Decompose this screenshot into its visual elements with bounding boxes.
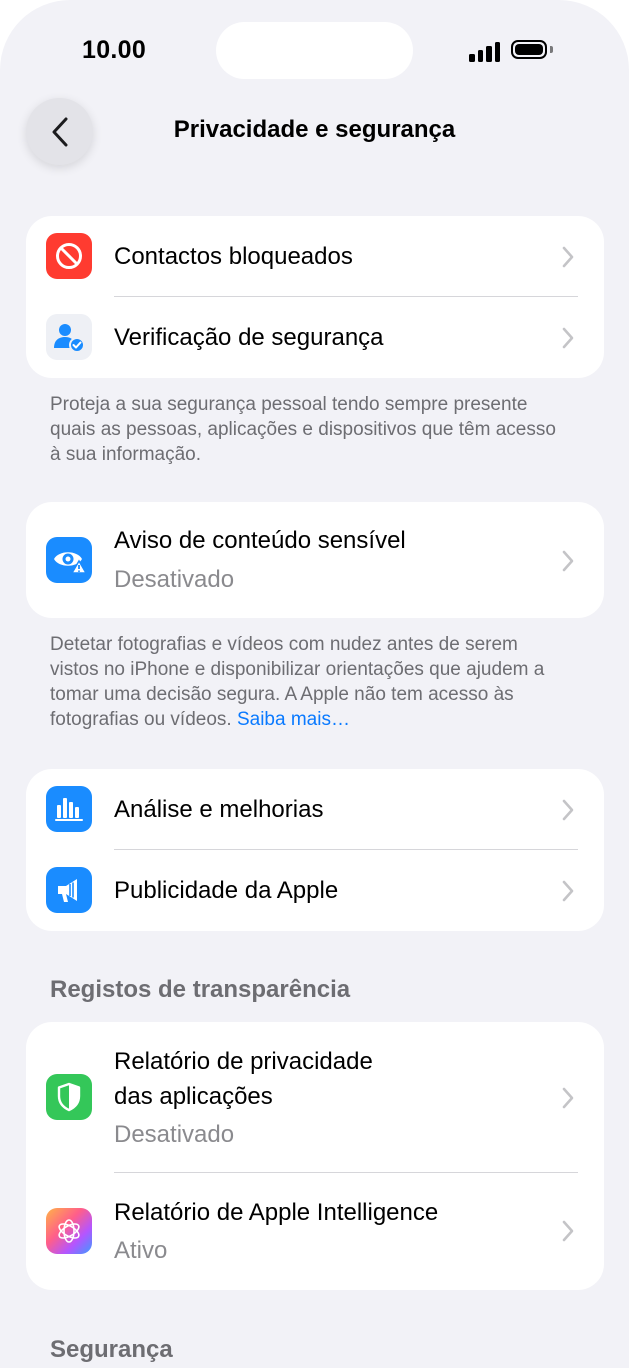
card-transparency: Relatório de privacidade das aplicações … <box>26 1022 604 1290</box>
battery-icon <box>511 40 547 59</box>
row-label-line1: Relatório de privacidade <box>114 1048 373 1075</box>
dynamic-island <box>216 22 413 79</box>
row-label: Verificação de segurança <box>114 324 384 351</box>
page-title: Privacidade e segurança <box>173 116 456 143</box>
analytics-icon <box>46 786 92 832</box>
card-safety: Contactos bloqueados Verificação de segu… <box>26 216 604 378</box>
row-apple-advertising[interactable]: Publicidade da Apple <box>26 850 604 931</box>
chevron-right-icon <box>562 1220 574 1242</box>
row-label: Aviso de conteúdo sensível <box>114 527 406 554</box>
row-value: Desativado <box>114 566 235 593</box>
row-apple-intelligence-report[interactable]: Relatório de Apple Intelligence Ativo <box>26 1173 604 1290</box>
row-label: Análise e melhorias <box>114 796 324 823</box>
card-analytics-ads: Análise e melhorias Publicidade da Apple <box>26 769 604 931</box>
row-blocked-contacts[interactable]: Contactos bloqueados <box>26 216 604 297</box>
apple-intelligence-icon <box>46 1208 92 1254</box>
section-header-transparency: Registos de transparência <box>50 976 351 1003</box>
cellular-signal-icon <box>469 40 501 62</box>
safety-check-icon <box>46 314 92 360</box>
chevron-right-icon <box>562 246 574 268</box>
status-time: 10.00 <box>82 36 147 64</box>
phone-screen: 10.00 Privacidade e segurança Contactos … <box>0 0 629 1368</box>
section-header-security: Segurança <box>50 1336 173 1363</box>
footnote-sensitive-content: Detetar fotografias e vídeos com nudez a… <box>50 632 570 732</box>
sensitive-content-eye-icon <box>46 537 92 583</box>
blocked-icon <box>46 233 92 279</box>
row-label: Relatório de Apple Intelligence <box>114 1199 439 1226</box>
learn-more-link[interactable]: Saiba mais… <box>237 709 350 730</box>
row-value: Desativado <box>114 1121 235 1148</box>
card-sensitive-content: Aviso de conteúdo sensível Desativado <box>26 502 604 618</box>
chevron-right-icon <box>562 550 574 572</box>
row-app-privacy-report[interactable]: Relatório de privacidade das aplicações … <box>26 1022 604 1172</box>
battery-tip <box>550 46 553 53</box>
row-sensitive-content-warning[interactable]: Aviso de conteúdo sensível Desativado <box>26 502 604 618</box>
row-label: Contactos bloqueados <box>114 243 353 270</box>
row-analytics[interactable]: Análise e melhorias <box>26 769 604 850</box>
advertising-megaphone-icon <box>46 867 92 913</box>
row-value: Ativo <box>114 1237 168 1264</box>
chevron-right-icon <box>562 880 574 902</box>
app-privacy-shield-icon <box>46 1074 92 1120</box>
row-label-line2: das aplicações <box>114 1083 273 1110</box>
chevron-right-icon <box>562 327 574 349</box>
footnote-safety: Proteja a sua segurança pessoal tendo se… <box>50 394 556 465</box>
row-safety-check[interactable]: Verificação de segurança <box>26 297 604 378</box>
chevron-right-icon <box>562 1087 574 1109</box>
chevron-right-icon <box>562 799 574 821</box>
row-label: Publicidade da Apple <box>114 877 339 904</box>
